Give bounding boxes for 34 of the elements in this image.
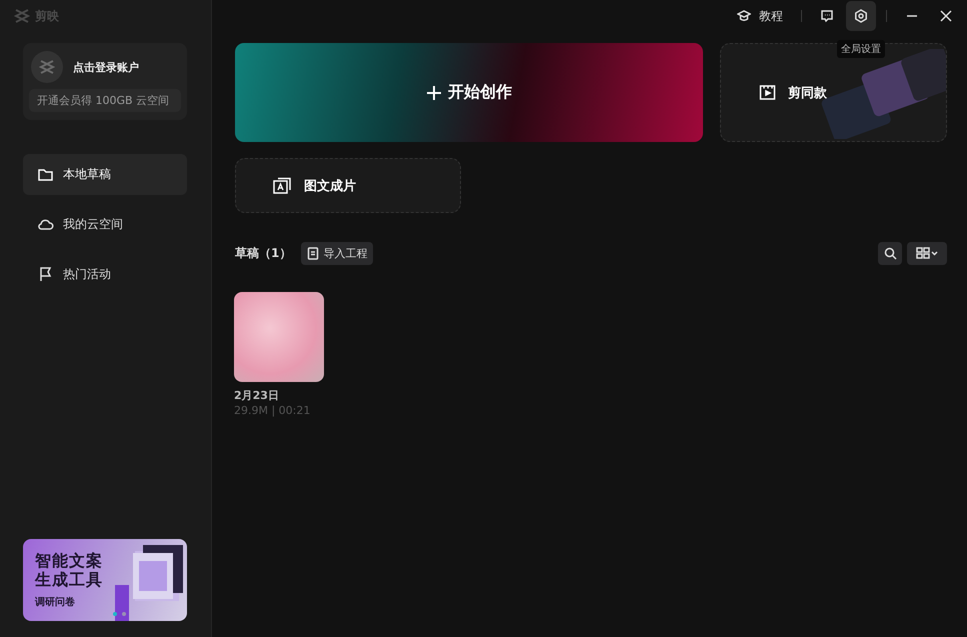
carousel-dot[interactable] [113,612,117,616]
logo-icon [14,8,30,24]
close-icon [940,10,952,22]
settings-tooltip: 全局设置 [837,40,885,58]
draft-info: 29.9M | 00:21 [234,404,312,417]
settings-icon [854,9,868,23]
view-toggle-button[interactable] [907,242,947,264]
start-creating-button[interactable]: 开始创作 [235,43,703,142]
banner-subtitle: 调研问卷 [35,596,76,609]
drafts-title: 草稿 [235,244,259,262]
membership-promo[interactable]: 开通会员得 100GB 云空间 [29,89,181,112]
tutorial-button[interactable]: 教程 [729,8,791,24]
plus-icon [426,84,442,100]
grid-view-icon [916,247,938,259]
banner-title: 生成工具 [35,570,103,589]
logo-icon [39,59,55,75]
document-icon [307,246,320,260]
search-button[interactable] [878,242,902,264]
text-to-video-button[interactable]: 图文成片 [235,158,461,213]
draft-title: 2月23日 [234,388,280,403]
login-link[interactable]: 点击登录账户 [73,60,139,74]
chat-icon [820,9,834,23]
promo-banner[interactable]: 智能文案 生成工具 调研问卷 [23,539,187,621]
sidebar-item[interactable]: 热门活动 [23,254,187,295]
graduation-cap-icon [737,9,751,23]
drafts-count: （1） [259,244,292,262]
search-icon [884,246,896,260]
carousel-dot[interactable] [122,612,126,616]
banner-title: 智能文案 [35,551,103,570]
sidebar-item[interactable]: 本地草稿 [23,154,187,195]
sidebar-item[interactable]: 我的云空间 [23,204,187,245]
clapper-icon [759,84,776,101]
text-image-icon [273,177,292,194]
import-project-button[interactable]: 导入工程 [301,242,374,264]
